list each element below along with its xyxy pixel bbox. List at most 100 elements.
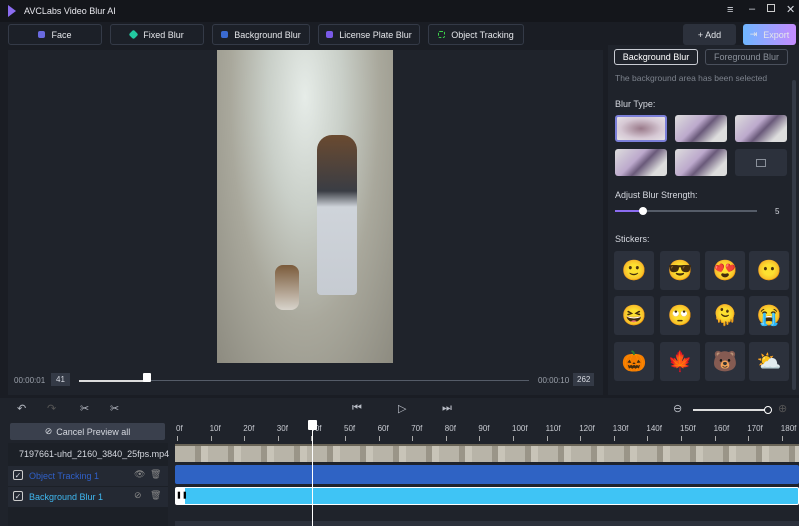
sticker-item[interactable]: 😶 [749,251,789,290]
sticker-item[interactable]: 🍁 [660,342,700,381]
license-plate-icon [326,31,334,38]
timeline-zoom-slider[interactable] [693,406,772,414]
ruler-tick [479,436,481,441]
app-title: AVCLabs Video Blur AI [24,6,116,16]
background-blur-icon [221,31,229,38]
ruler-tick-label: 120f [579,424,595,433]
eye-icon[interactable]: 👁 [134,469,145,480]
hamburger-icon[interactable]: ≡ [727,4,733,16]
cancel-preview-button[interactable]: ⊘ Cancel Preview all [10,423,165,440]
track-row-object-tracking[interactable]: ✓ Object Tracking 1 👁 🗑 [8,466,168,486]
tool-license-plate-blur-button[interactable]: License Plate Blur [318,24,420,45]
background-blur-clip[interactable]: ❚❚ [175,487,799,505]
ruler-tick-label: 110f [545,424,561,433]
tool-face-button[interactable]: Face [8,24,102,45]
play-icon[interactable]: ▷ [398,402,406,415]
sticker-item[interactable]: 🙂 [614,251,654,290]
ruler-tick [714,436,716,441]
close-icon[interactable]: ✕ [786,3,795,16]
sticker-item[interactable]: 😍 [705,251,745,290]
panel-scrollbar[interactable] [792,80,796,390]
sticker-item[interactable]: 🎃 [614,342,654,381]
video-frame [217,50,393,363]
redo-icon[interactable]: ↷ [47,402,56,415]
blur-type-mosaic[interactable] [675,115,727,142]
tool-background-blur-button[interactable]: Background Blur [212,24,310,45]
sticker-item[interactable]: 😎 [660,251,700,290]
sticker-item[interactable]: 🐻 [705,342,745,381]
trash-icon[interactable]: 🗑 [150,490,161,501]
ruler-tick-label: 60f [377,424,389,433]
minimize-icon[interactable]: – [749,3,755,15]
dog-silhouette [275,265,299,310]
playhead[interactable] [308,420,317,526]
add-button[interactable]: + Add [683,24,736,45]
trash-icon[interactable]: 🗑 [150,469,161,480]
export-icon: ⇥ [749,29,758,39]
blur-type-custom-image[interactable] [735,149,787,176]
zoom-out-icon[interactable]: ⊖ [673,402,682,415]
preview-scrubber[interactable] [79,373,529,382]
blur-type-scatter[interactable] [675,149,727,176]
sticker-item[interactable]: 🙄 [660,296,700,335]
tab-background-blur[interactable]: Background Blur [614,49,698,65]
track-row-background-blur[interactable]: ✓ Background Blur 1 ⊘ 🗑 [8,487,168,507]
stickers-label: Stickers: [615,234,650,244]
object-tracking-icon [438,31,446,38]
blur-strength-slider[interactable] [615,207,757,215]
sticker-item[interactable]: 🫠 [705,296,745,335]
blur-type-motion[interactable] [735,115,787,142]
zoom-slider-knob[interactable] [764,406,772,414]
sticker-item[interactable]: ⛅ [749,342,789,381]
ruler-tick [781,436,783,441]
export-button[interactable]: ⇥ Export [743,24,796,45]
track-label: Object Tracking 1 [29,471,100,481]
tool-object-tracking-button[interactable]: Object Tracking [428,24,524,45]
selection-status: The background area has been selected [615,73,768,83]
ruler-tick-label: 130f [612,424,629,433]
ruler-tick [412,436,414,441]
skip-back-icon[interactable]: ⏮ [352,402,362,415]
sticker-item[interactable]: 😭 [749,296,789,335]
ruler-tick-label: 170f [747,424,763,433]
undo-icon[interactable]: ↶ [17,402,26,415]
cut-icon[interactable]: ✂ [110,402,119,415]
person-silhouette [317,135,357,295]
split-icon[interactable]: ✂ [80,402,89,415]
checkbox-checked-icon[interactable]: ✓ [13,491,23,501]
scrubber-handle[interactable] [142,373,151,382]
tool-fixed-blur-button[interactable]: Fixed Blur [110,24,204,45]
video-track-clip[interactable] [175,444,799,462]
blur-type-stripe[interactable] [615,149,667,176]
ruler-tick-label: 160f [713,424,730,433]
ruler-tick [647,436,649,441]
blur-type-label: Blur Type: [615,99,656,109]
eye-off-icon[interactable]: ⊘ [134,490,142,501]
track-label: Background Blur 1 [29,492,104,502]
ruler-tick-label: 80f [444,424,456,433]
end-frame[interactable]: 262 [573,373,595,386]
title-bar: AVCLabs Video Blur AI ≡ – ✕ [0,0,799,22]
start-frame[interactable]: 41 [51,373,70,386]
face-icon [38,31,46,38]
zoom-in-icon[interactable]: ⊕ [778,402,787,415]
timeline-scrollbar[interactable] [175,521,799,526]
object-tracking-clip[interactable] [175,465,799,484]
maximize-icon[interactable] [767,4,775,12]
checkbox-checked-icon[interactable]: ✓ [13,470,23,480]
blur-type-gaussian[interactable] [615,115,667,142]
ruler-tick [177,436,178,441]
tab-foreground-blur[interactable]: Foreground Blur [705,49,788,65]
ruler-tick [210,436,212,441]
end-time: 00:00:10 [538,376,570,385]
clip-handle-icon[interactable]: ❚❚ [176,488,188,504]
ruler-tick-label: 20f [243,424,255,433]
playhead-handle[interactable] [308,420,317,430]
ruler-tick-label: 180f [780,424,797,433]
add-image-icon [756,158,766,167]
ruler-tick-label: 90f [478,424,490,433]
preview-panel: 00:00:01 41 00:00:10 262 [8,50,603,395]
sticker-item[interactable]: 😆 [614,296,654,335]
ruler-tick [681,436,682,441]
skip-forward-icon[interactable]: ⏭ [442,402,452,415]
